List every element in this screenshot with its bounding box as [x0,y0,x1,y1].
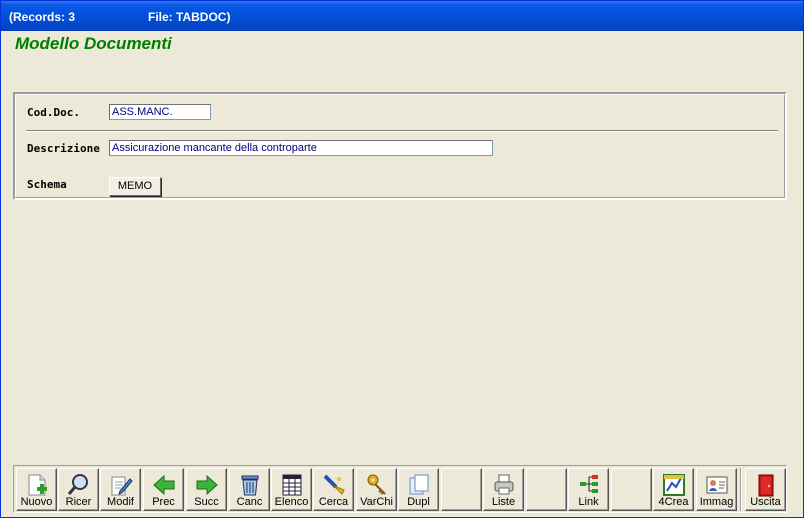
main-window: (Records: 3 File: TABDOC) Modello Docume… [0,0,804,518]
find-icon [323,474,345,495]
cod-doc-field[interactable]: ASS.MANC. [109,104,211,120]
uscita-label: Uscita [750,496,781,508]
immag-label: Immag [699,496,734,508]
memo-button[interactable]: MEMO [109,177,161,196]
exit-door-icon [758,474,774,497]
hierarchy-icon [580,475,598,493]
schema-label: Schema [27,178,67,191]
printer-icon [494,474,514,495]
liste-label: Liste [491,496,516,508]
varchi-button[interactable]: VarChi [356,468,397,511]
arrow-right-icon [196,474,218,496]
trash-icon [241,475,259,496]
keys-icon [367,474,386,495]
empty-slot-1[interactable] [441,468,482,511]
crea4-label: 4Crea [658,496,689,508]
liste-button[interactable]: Liste [483,468,524,511]
list-icon [282,474,302,496]
uscita-button[interactable]: Uscita [745,468,786,511]
nuovo-label: Nuovo [20,496,53,508]
form-panel-inner: Cod.Doc. ASS.MANC. Descrizione Assicuraz… [15,94,785,198]
link-label: Link [578,496,599,508]
search-icon [67,474,88,495]
prec-button[interactable]: Prec [143,468,184,511]
empty-slot-3[interactable] [611,468,652,511]
descrizione-label: Descrizione [27,142,100,155]
nuovo-button[interactable]: Nuovo [16,468,57,511]
dupl-button[interactable]: Dupl [398,468,439,511]
duplicate-icon [409,474,429,495]
title-bar: (Records: 3 File: TABDOC) [1,1,803,31]
cerca-button[interactable]: Cerca [313,468,354,511]
varchi-label: VarChi [360,496,393,508]
crea4-button[interactable]: 4Crea [653,468,694,511]
succ-label: Succ [194,496,219,508]
ricer-button[interactable]: Ricer [58,468,99,511]
edit-icon [111,476,133,496]
bottom-toolbar: Nuovo Ricer Modif Prec Succ Canc Elenco … [13,465,787,513]
descrizione-field[interactable]: Assicurazione mancante della controparte [109,140,493,156]
form-panel: Cod.Doc. ASS.MANC. Descrizione Assicuraz… [13,92,787,200]
elenco-label: Elenco [274,496,309,508]
modif-button[interactable]: Modif [100,468,141,511]
succ-button[interactable]: Succ [186,468,227,511]
form-divider [26,130,778,132]
cerca-label: Cerca [318,496,349,508]
immag-button[interactable]: Immag [696,468,737,511]
prec-label: Prec [152,496,175,508]
modif-label: Modif [107,496,134,508]
file-name: File: TABDOC) [148,10,231,24]
canc-button[interactable]: Canc [229,468,270,511]
elenco-button[interactable]: Elenco [271,468,312,511]
empty-slot-2[interactable] [526,468,567,511]
ricer-label: Ricer [65,496,92,508]
arrow-left-icon [153,474,175,496]
page-title: Modello Documenti [15,34,172,53]
dupl-label: Dupl [407,496,430,508]
link-button[interactable]: Link [568,468,609,511]
image-card-icon [706,476,728,494]
canc-label: Canc [236,496,263,508]
toolbar-separator [740,468,742,511]
new-document-icon [28,474,47,496]
cod-doc-label: Cod.Doc. [27,106,80,119]
chart-icon [663,474,685,496]
records-count: (Records: 3 [9,10,76,24]
